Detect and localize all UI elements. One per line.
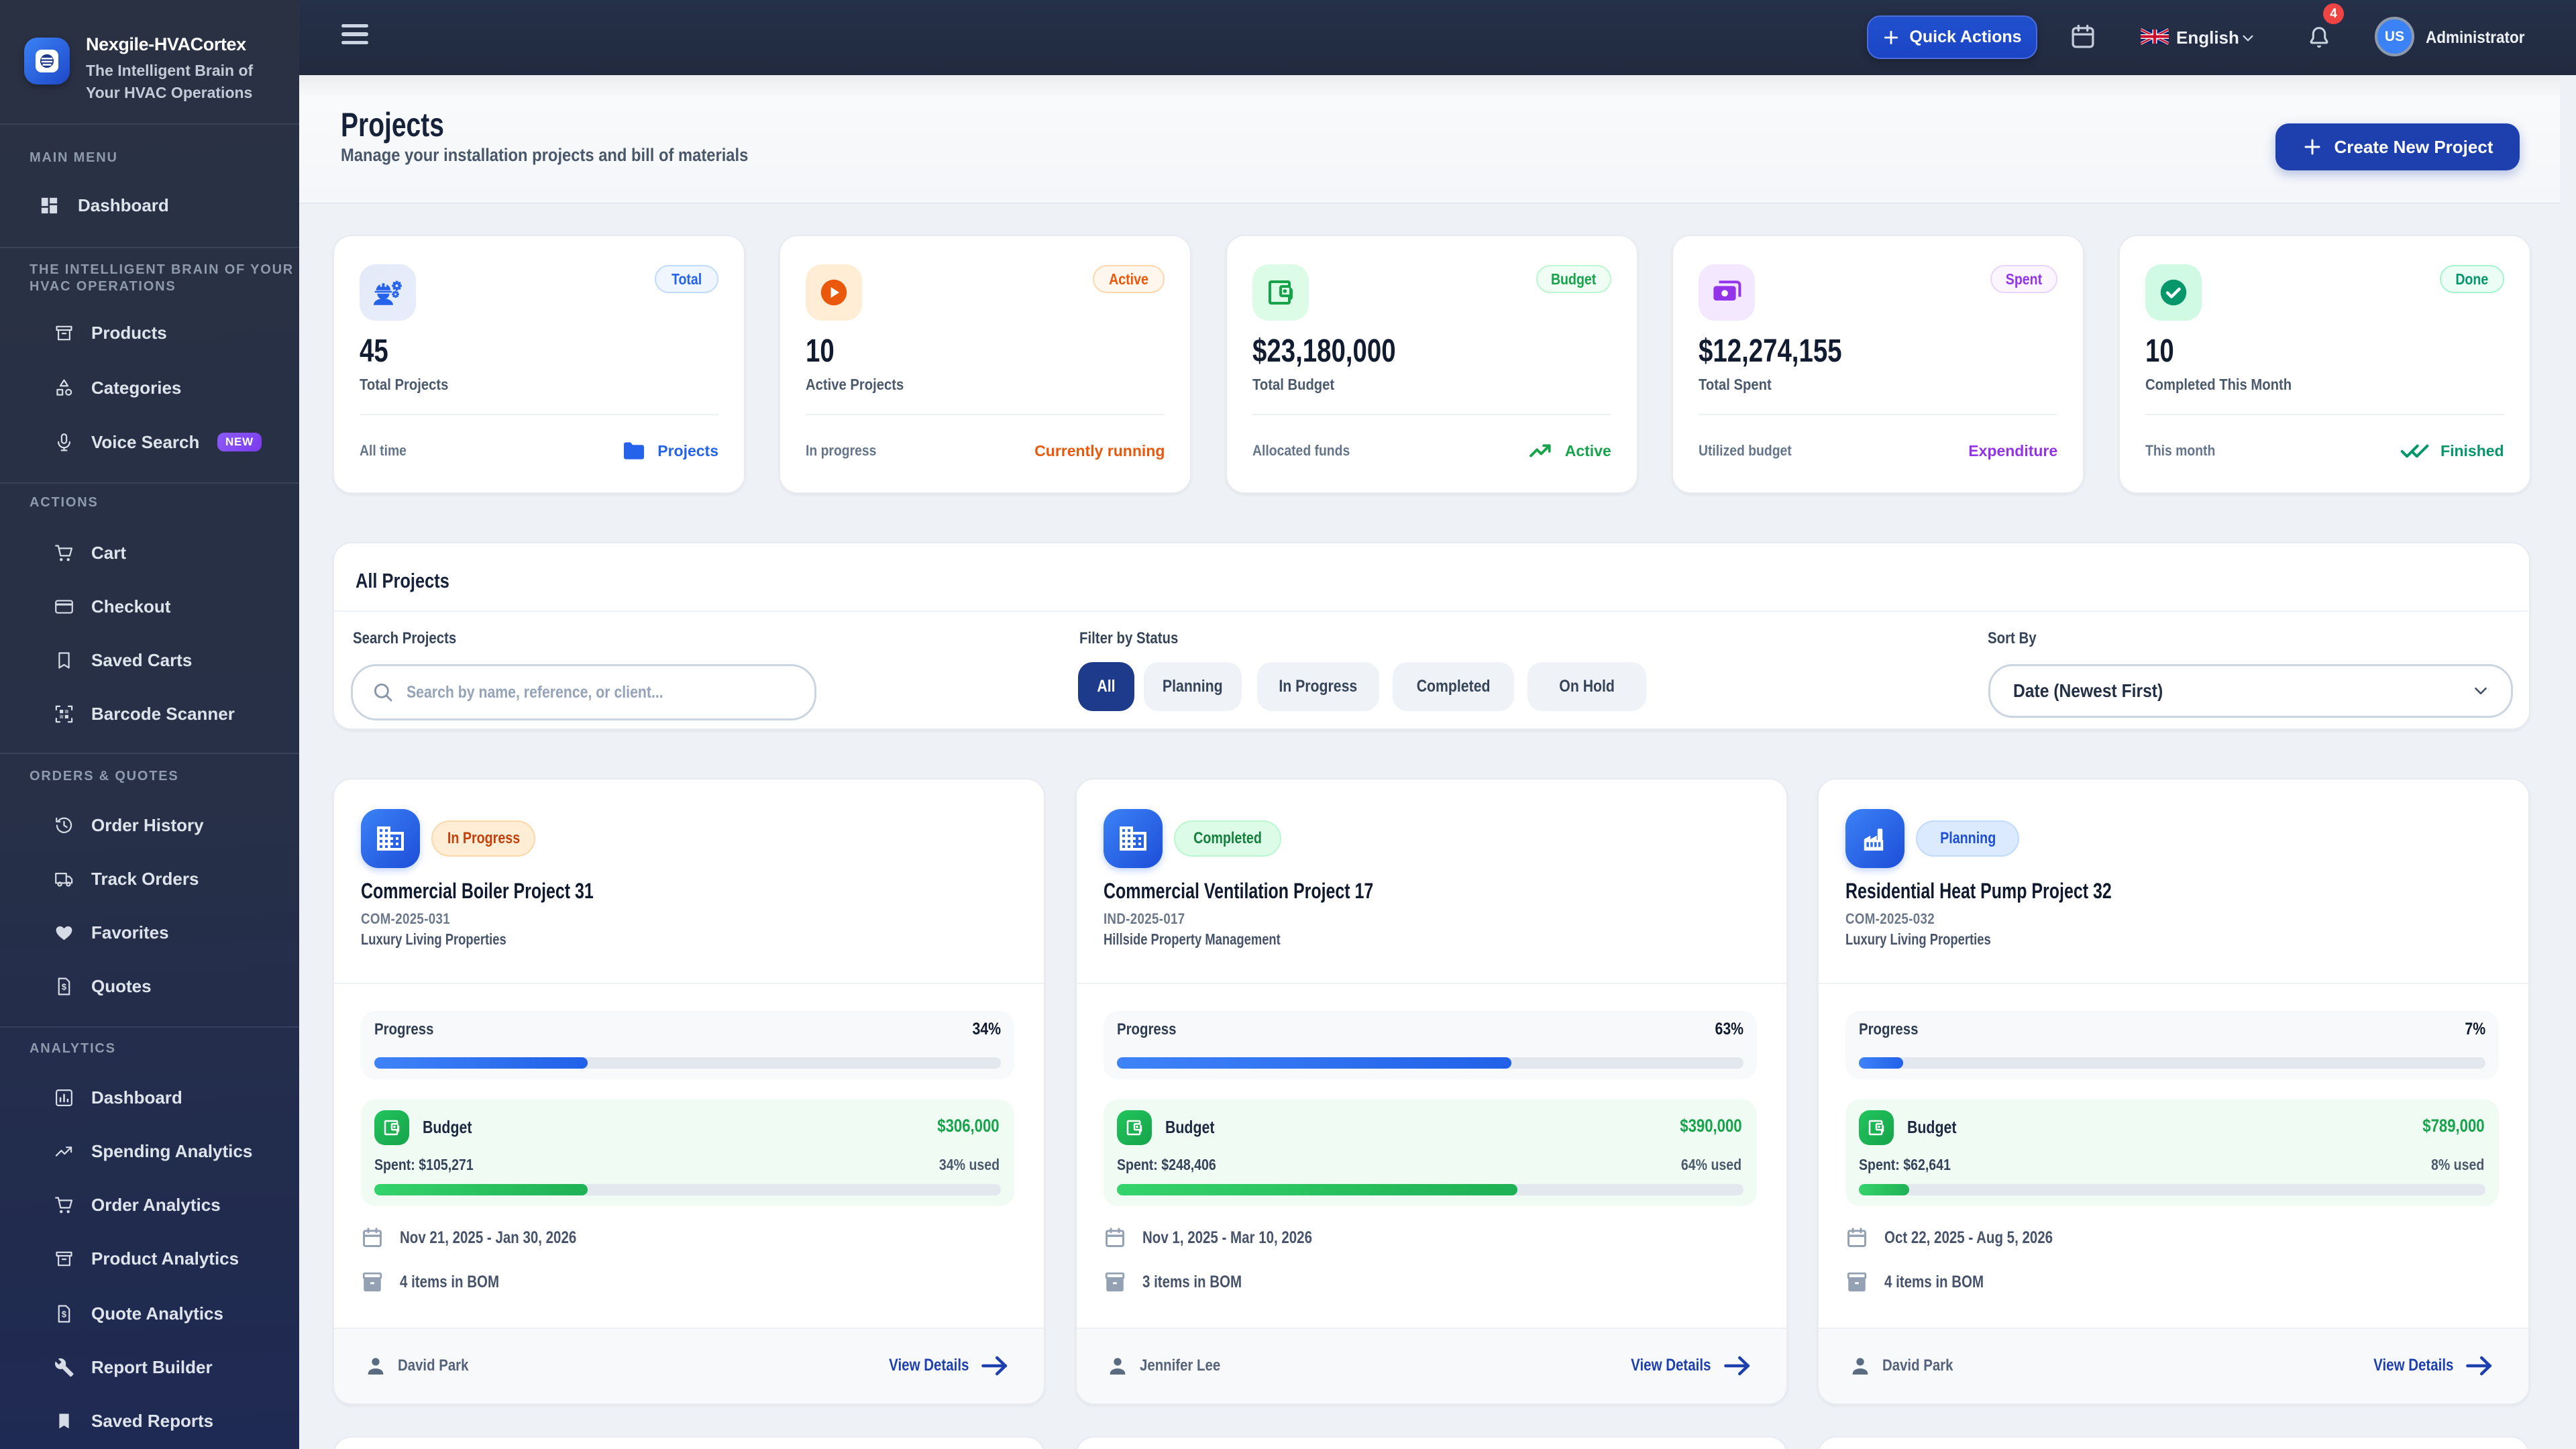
svg-text:$: $ xyxy=(62,981,66,991)
svg-text:$: $ xyxy=(62,1309,66,1319)
